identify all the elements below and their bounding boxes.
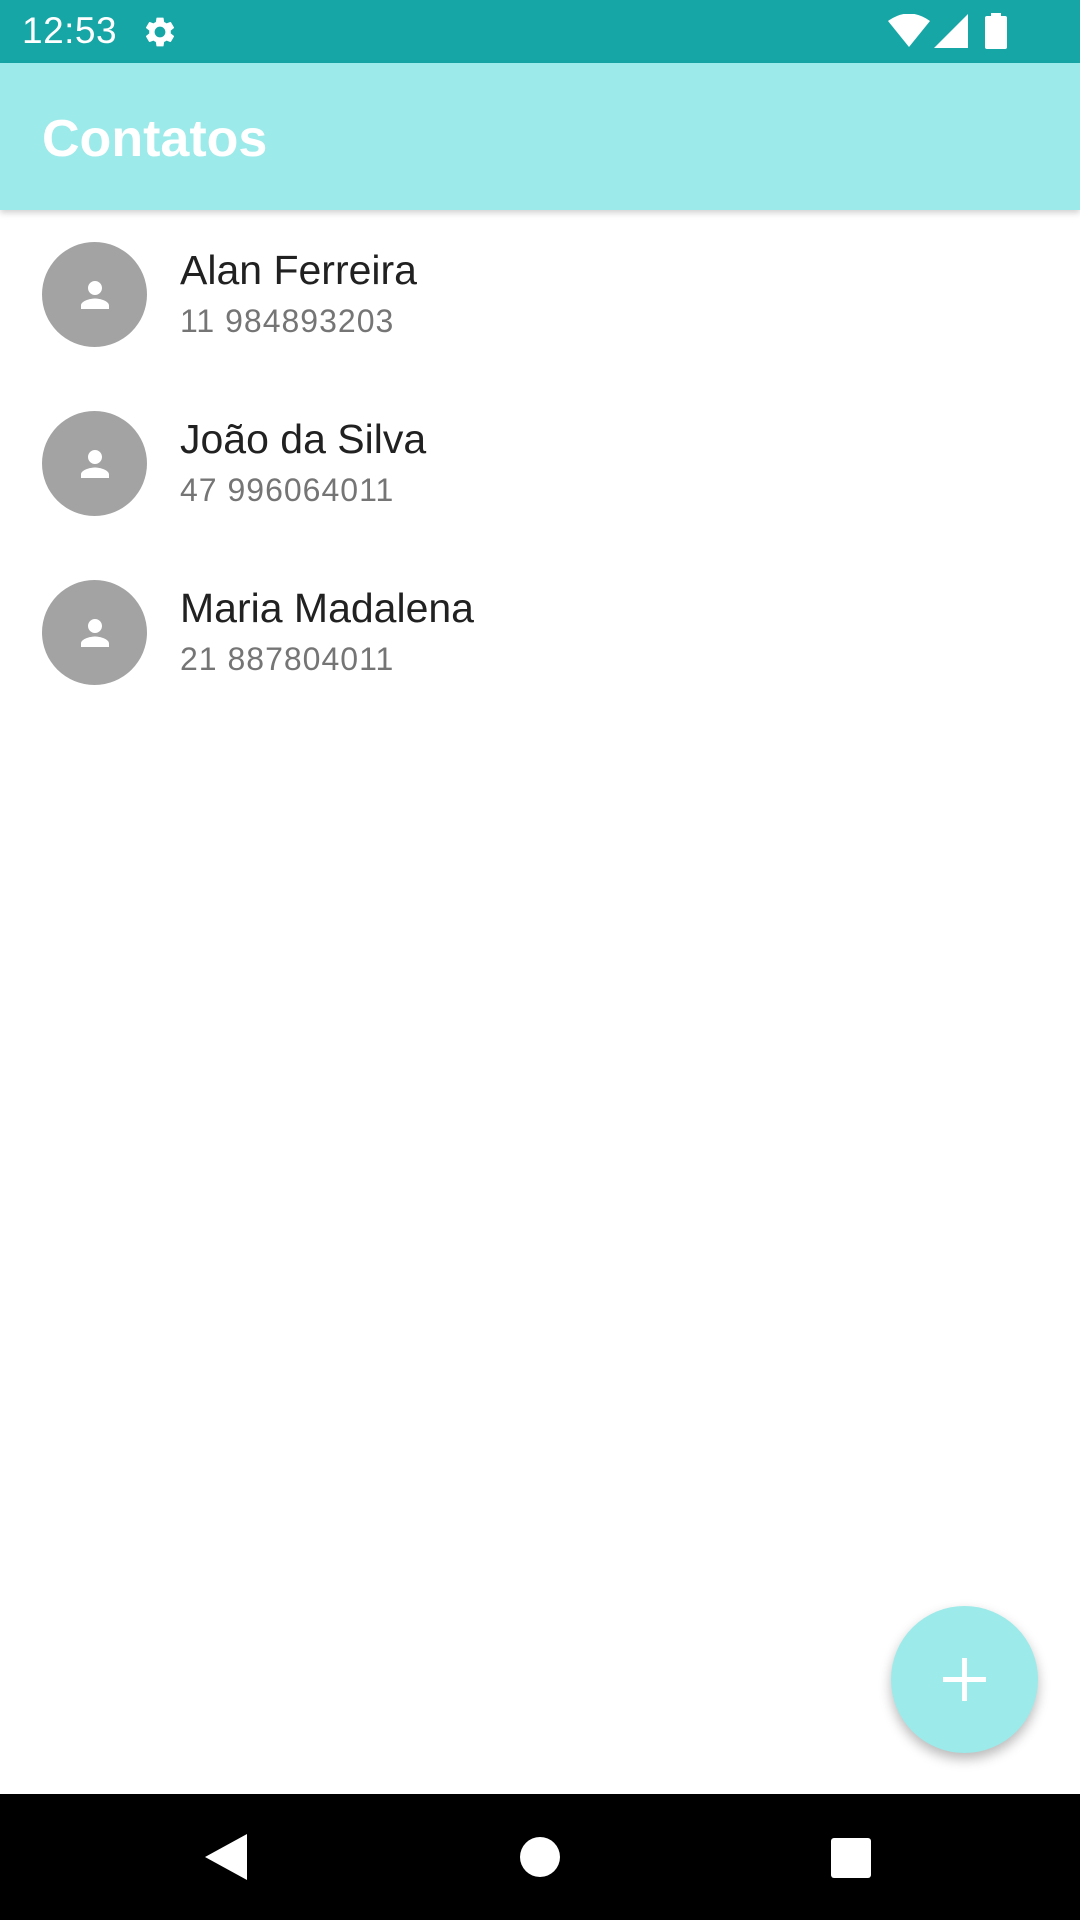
battery-icon — [985, 13, 1007, 49]
avatar — [42, 242, 147, 347]
person-icon — [81, 450, 109, 478]
app-bar: Contatos — [0, 63, 1080, 210]
contact-phone: 47 996064011 — [180, 472, 395, 508]
avatar — [42, 411, 147, 516]
person-icon — [81, 281, 109, 309]
recents-icon[interactable] — [831, 1838, 871, 1878]
contact-list-item[interactable]: Maria Madalena 21 887804011 — [0, 548, 1080, 717]
navigation-bar — [0, 1794, 1080, 1920]
contact-list-item[interactable]: Alan Ferreira 11 984893203 — [0, 210, 1080, 379]
contact-name: Maria Madalena — [180, 585, 474, 631]
contact-list: Alan Ferreira 11 984893203 João da Silva… — [0, 210, 1080, 717]
avatar — [42, 580, 147, 685]
home-icon[interactable] — [520, 1837, 560, 1877]
status-bar: 12:53 — [0, 0, 1080, 63]
person-icon — [81, 619, 109, 647]
add-contact-button[interactable] — [891, 1606, 1038, 1753]
contact-list-item[interactable]: João da Silva 47 996064011 — [0, 379, 1080, 548]
contact-phone: 11 984893203 — [180, 303, 395, 339]
back-icon[interactable] — [205, 1834, 247, 1880]
gear-icon — [145, 17, 175, 47]
contact-name: Alan Ferreira — [180, 247, 417, 293]
status-time: 12:53 — [22, 10, 118, 51]
contact-name: João da Silva — [180, 416, 427, 462]
contact-phone: 21 887804011 — [180, 641, 395, 677]
page-title: Contatos — [42, 110, 268, 168]
plus-icon — [943, 1658, 986, 1701]
wifi-icon — [888, 14, 930, 47]
signal-icon — [934, 14, 968, 48]
